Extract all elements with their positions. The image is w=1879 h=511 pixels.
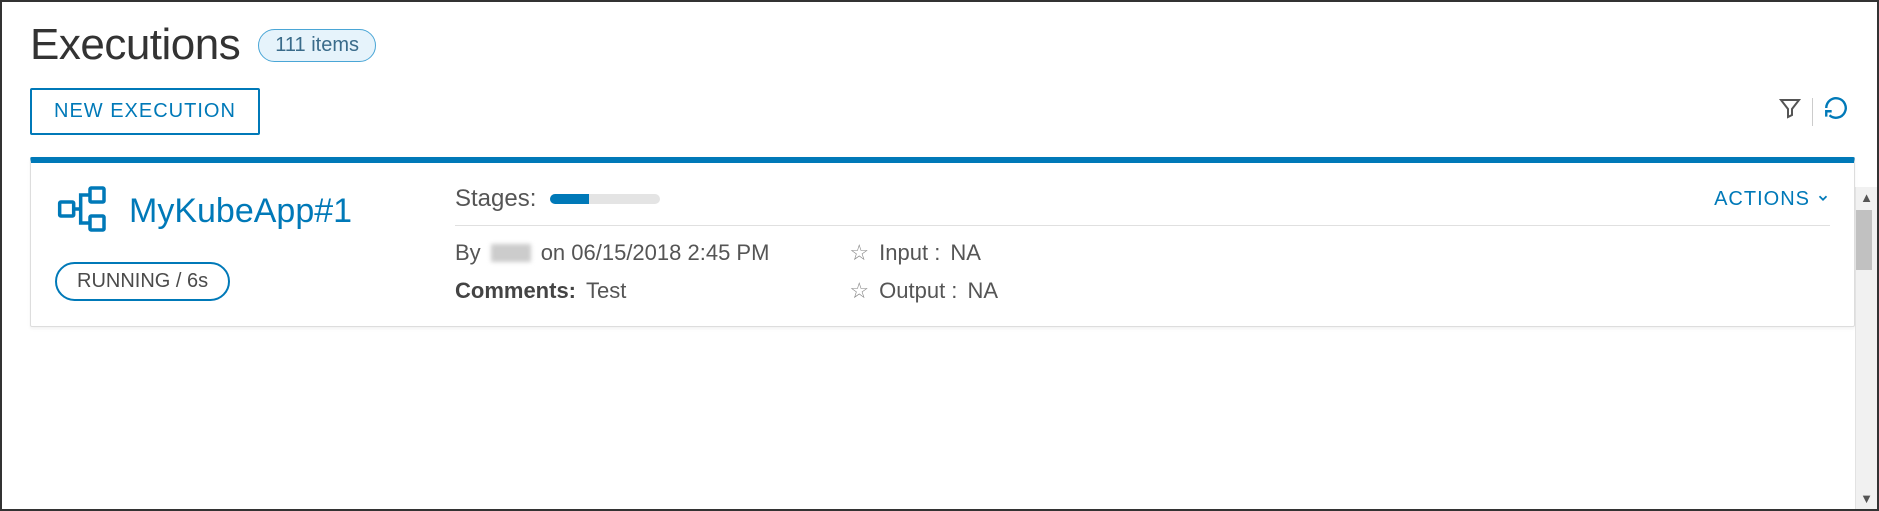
- by-prefix: By: [455, 240, 481, 266]
- status-badge: RUNNING / 6s: [55, 262, 230, 301]
- pipeline-icon: [55, 181, 111, 242]
- scrollbar[interactable]: ▲ ▼: [1855, 187, 1877, 509]
- meta-grid: By on 06/15/2018 2:45 PM Comments: Test …: [455, 240, 1830, 304]
- card-left: MyKubeApp#1 RUNNING / 6s: [55, 181, 415, 304]
- execution-name-row: MyKubeApp#1: [55, 181, 415, 242]
- executions-page: Executions 111 items NEW EXECUTION: [2, 2, 1877, 509]
- scroll-thumb[interactable]: [1856, 210, 1872, 270]
- input-label: Input :: [879, 240, 940, 266]
- by-line: By on 06/15/2018 2:45 PM: [455, 240, 769, 266]
- toolbar-icons: [1778, 95, 1849, 128]
- toolbar-divider: [1812, 98, 1813, 126]
- output-line: ☆ Output : NA: [849, 278, 998, 304]
- scroll-up-icon[interactable]: ▲: [1860, 187, 1873, 208]
- comments-label: Comments:: [455, 278, 576, 304]
- execution-name-link[interactable]: MyKubeApp#1: [129, 192, 352, 231]
- stages-progress-fill: [550, 194, 589, 204]
- new-execution-button[interactable]: NEW EXECUTION: [30, 88, 260, 135]
- stages-row: Stages: ACTIONS: [455, 185, 1830, 226]
- stages-left: Stages:: [455, 185, 660, 213]
- output-label: Output :: [879, 278, 957, 304]
- by-suffix: on 06/15/2018 2:45 PM: [541, 240, 770, 266]
- by-user-redacted: [491, 244, 531, 262]
- input-line: ☆ Input : NA: [849, 240, 998, 266]
- actions-label: ACTIONS: [1714, 188, 1810, 211]
- star-icon[interactable]: ☆: [849, 278, 869, 304]
- execution-card: MyKubeApp#1 RUNNING / 6s Stages: ACTIONS: [30, 157, 1855, 327]
- meta-col-left: By on 06/15/2018 2:45 PM Comments: Test: [455, 240, 769, 304]
- filter-icon[interactable]: [1778, 96, 1802, 127]
- item-count-badge: 111 items: [258, 29, 376, 62]
- stages-label: Stages:: [455, 185, 536, 213]
- scroll-down-icon[interactable]: ▼: [1860, 488, 1873, 509]
- chevron-down-icon: [1816, 188, 1830, 211]
- actions-dropdown[interactable]: ACTIONS: [1714, 188, 1830, 211]
- comments-line: Comments: Test: [455, 278, 769, 304]
- stages-progress: [550, 194, 660, 204]
- page-title: Executions: [30, 20, 240, 70]
- input-value: NA: [950, 240, 981, 266]
- comments-value: Test: [586, 278, 626, 304]
- toolbar: NEW EXECUTION: [2, 80, 1877, 153]
- page-header: Executions 111 items: [2, 2, 1877, 80]
- refresh-icon[interactable]: [1823, 95, 1849, 128]
- card-right: Stages: ACTIONS: [455, 181, 1830, 304]
- output-value: NA: [967, 278, 998, 304]
- star-icon[interactable]: ☆: [849, 240, 869, 266]
- executions-list: MyKubeApp#1 RUNNING / 6s Stages: ACTIONS: [2, 153, 1877, 475]
- meta-col-right: ☆ Input : NA ☆ Output : NA: [849, 240, 998, 304]
